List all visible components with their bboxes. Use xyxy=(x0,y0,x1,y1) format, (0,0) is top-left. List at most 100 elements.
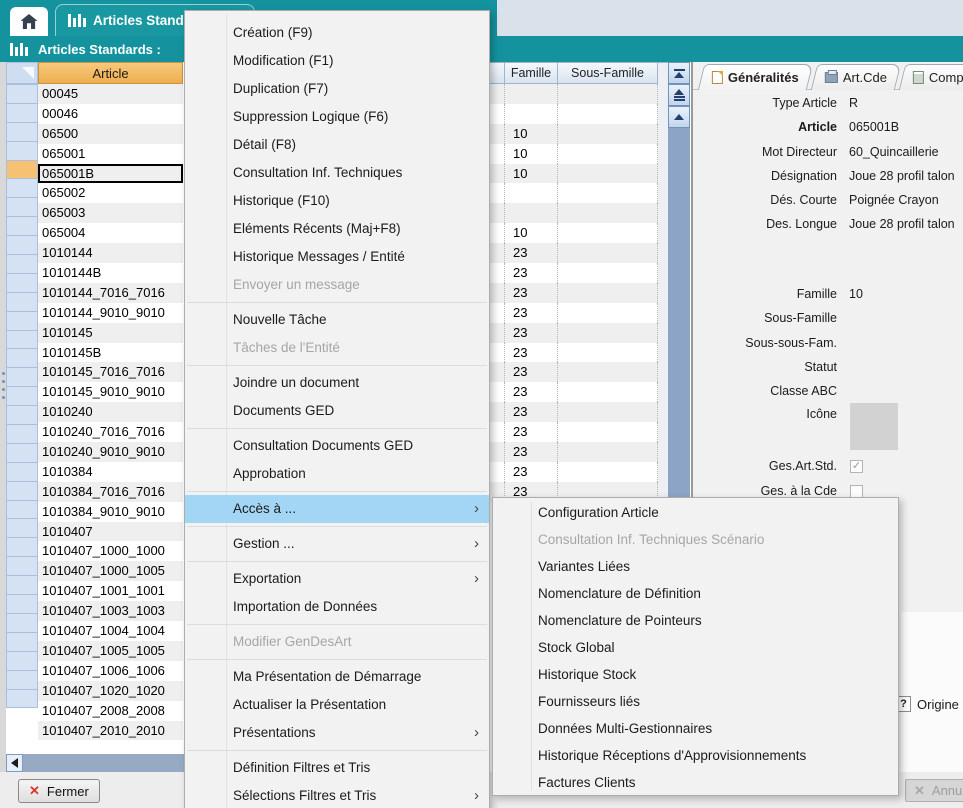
row-selector[interactable] xyxy=(6,197,38,217)
row-selector[interactable] xyxy=(6,141,38,161)
menu-item[interactable]: Documents GED xyxy=(185,397,489,425)
menu-item[interactable]: Duplication (F7) xyxy=(185,75,489,103)
tab-comp[interactable]: Comp xyxy=(899,64,963,90)
table-row[interactable]: 23 xyxy=(481,283,658,303)
tab-art-cde[interactable]: Art.Cde xyxy=(811,64,902,90)
fermer-button[interactable]: ✕ Fermer xyxy=(18,779,100,803)
table-row[interactable]: 1010144_7016_7016 xyxy=(38,283,183,303)
row-selector[interactable] xyxy=(6,443,38,463)
table-row[interactable]: 00045 xyxy=(38,84,183,104)
table-row[interactable]: 1010145_9010_9010 xyxy=(38,382,183,402)
row-selector[interactable] xyxy=(6,330,38,350)
table-row[interactable]: 1010407_1006_1006 xyxy=(38,661,183,681)
table-row[interactable]: 1010144 xyxy=(38,243,183,263)
table-row[interactable]: 1010240 xyxy=(38,402,183,422)
table-row[interactable]: 1010144_9010_9010 xyxy=(38,303,183,323)
table-row[interactable]: 1010384 xyxy=(38,462,183,482)
row-selector[interactable] xyxy=(6,670,38,690)
row-selector[interactable] xyxy=(6,500,38,520)
table-row[interactable]: 1010145B xyxy=(38,343,183,363)
table-row[interactable]: 23 xyxy=(481,442,658,462)
table-row[interactable]: 23 xyxy=(481,362,658,382)
table-row[interactable]: 065001B xyxy=(38,164,183,184)
menu-item[interactable]: Nouvelle Tâche xyxy=(185,306,489,334)
menu-item[interactable]: Modification (F1) xyxy=(185,47,489,75)
table-row[interactable]: 10 xyxy=(481,164,658,184)
table-row[interactable]: 1010407_2008_2008 xyxy=(38,701,183,721)
table-row[interactable]: 1010145 xyxy=(38,323,183,343)
menu-item[interactable]: Historique (F10) xyxy=(185,187,489,215)
table-row[interactable]: 23 xyxy=(481,422,658,442)
menu-item[interactable]: Définition Filtres et Tris xyxy=(185,754,489,782)
row-selector[interactable] xyxy=(6,160,38,180)
row-selector[interactable] xyxy=(6,481,38,501)
table-row[interactable]: 23 xyxy=(481,343,658,363)
menu-item[interactable]: Configuration Article xyxy=(493,499,898,526)
row-selector[interactable] xyxy=(6,575,38,595)
menu-item[interactable]: Nomenclature de Définition xyxy=(493,580,898,607)
table-row[interactable]: 065002 xyxy=(38,183,183,203)
row-selector[interactable] xyxy=(6,405,38,425)
horizontal-scrollbar[interactable] xyxy=(6,754,184,772)
row-selector[interactable] xyxy=(6,594,38,614)
row-selector[interactable] xyxy=(6,292,38,312)
menu-item[interactable]: Variantes Liées xyxy=(493,553,898,580)
table-row[interactable] xyxy=(481,183,658,203)
row-selector[interactable] xyxy=(6,613,38,633)
table-row[interactable]: 1010407_1003_1003 xyxy=(38,601,183,621)
row-selector[interactable] xyxy=(6,178,38,198)
table-row[interactable]: 23 xyxy=(481,323,658,343)
row-selector[interactable] xyxy=(6,348,38,368)
row-selector[interactable] xyxy=(6,254,38,274)
table-row[interactable]: 00046 xyxy=(38,104,183,124)
column-header-sous-famille[interactable]: Sous-Famille xyxy=(558,62,658,84)
row-selector[interactable] xyxy=(6,386,38,406)
row-selector[interactable] xyxy=(6,311,38,331)
table-row[interactable]: 10 xyxy=(481,124,658,144)
table-row[interactable]: 23 xyxy=(481,243,658,263)
menu-item[interactable]: Données Multi-Gestionnaires xyxy=(493,715,898,742)
table-row[interactable]: 1010407_1001_1001 xyxy=(38,581,183,601)
table-row[interactable]: 1010144B xyxy=(38,263,183,283)
menu-item[interactable]: Importation de Données xyxy=(185,593,489,621)
row-selector[interactable] xyxy=(6,689,38,709)
row-selector[interactable] xyxy=(6,216,38,236)
row-selector[interactable] xyxy=(6,462,38,482)
menu-item[interactable]: Consultation Inf. Techniques xyxy=(185,159,489,187)
row-selector[interactable] xyxy=(6,367,38,387)
row-selector[interactable] xyxy=(6,84,38,104)
table-row[interactable]: 23 xyxy=(481,382,658,402)
table-row[interactable]: 1010407_1020_1020 xyxy=(38,681,183,701)
row-selector[interactable] xyxy=(6,556,38,576)
menu-item[interactable]: Accès à ...› xyxy=(185,495,489,523)
menu-item[interactable]: Actualiser la Présentation xyxy=(185,691,489,719)
menu-item[interactable]: Exportation› xyxy=(185,565,489,593)
table-row[interactable]: 065001 xyxy=(38,144,183,164)
table-row[interactable]: 23 xyxy=(481,462,658,482)
table-row[interactable]: 1010384_7016_7016 xyxy=(38,482,183,502)
menu-item[interactable]: Historique Stock xyxy=(493,661,898,688)
table-row[interactable]: 1010407_1000_1000 xyxy=(38,541,183,561)
menu-item[interactable]: Factures Clients xyxy=(493,769,898,796)
column-header-famille[interactable]: Famille xyxy=(505,62,558,84)
row-selector[interactable] xyxy=(6,122,38,142)
table-row[interactable]: 1010240_7016_7016 xyxy=(38,422,183,442)
row-selector[interactable] xyxy=(6,424,38,444)
table-row[interactable]: 1010384_9010_9010 xyxy=(38,502,183,522)
menu-item[interactable]: Historique Réceptions d'Approvisionnemen… xyxy=(493,742,898,769)
menu-item[interactable]: Eléments Récents (Maj+F8) xyxy=(185,215,489,243)
row-selector[interactable] xyxy=(6,537,38,557)
table-row[interactable]: 1010407_1004_1004 xyxy=(38,621,183,641)
menu-item[interactable]: Création (F9) xyxy=(185,19,489,47)
row-selector[interactable] xyxy=(6,103,38,123)
ges-art-std-checkbox[interactable]: ✓ xyxy=(850,460,863,473)
menu-item[interactable]: Consultation Documents GED xyxy=(185,432,489,460)
menu-item[interactable]: Détail (F8) xyxy=(185,131,489,159)
row-selector[interactable] xyxy=(6,235,38,255)
row-selector[interactable] xyxy=(6,518,38,538)
menu-item[interactable]: Joindre un document xyxy=(185,369,489,397)
menu-item[interactable]: Nomenclature de Pointeurs xyxy=(493,607,898,634)
menu-item[interactable]: Historique Messages / Entité xyxy=(185,243,489,271)
table-row[interactable]: 23 xyxy=(481,303,658,323)
table-row[interactable]: 1010407_1000_1005 xyxy=(38,561,183,581)
